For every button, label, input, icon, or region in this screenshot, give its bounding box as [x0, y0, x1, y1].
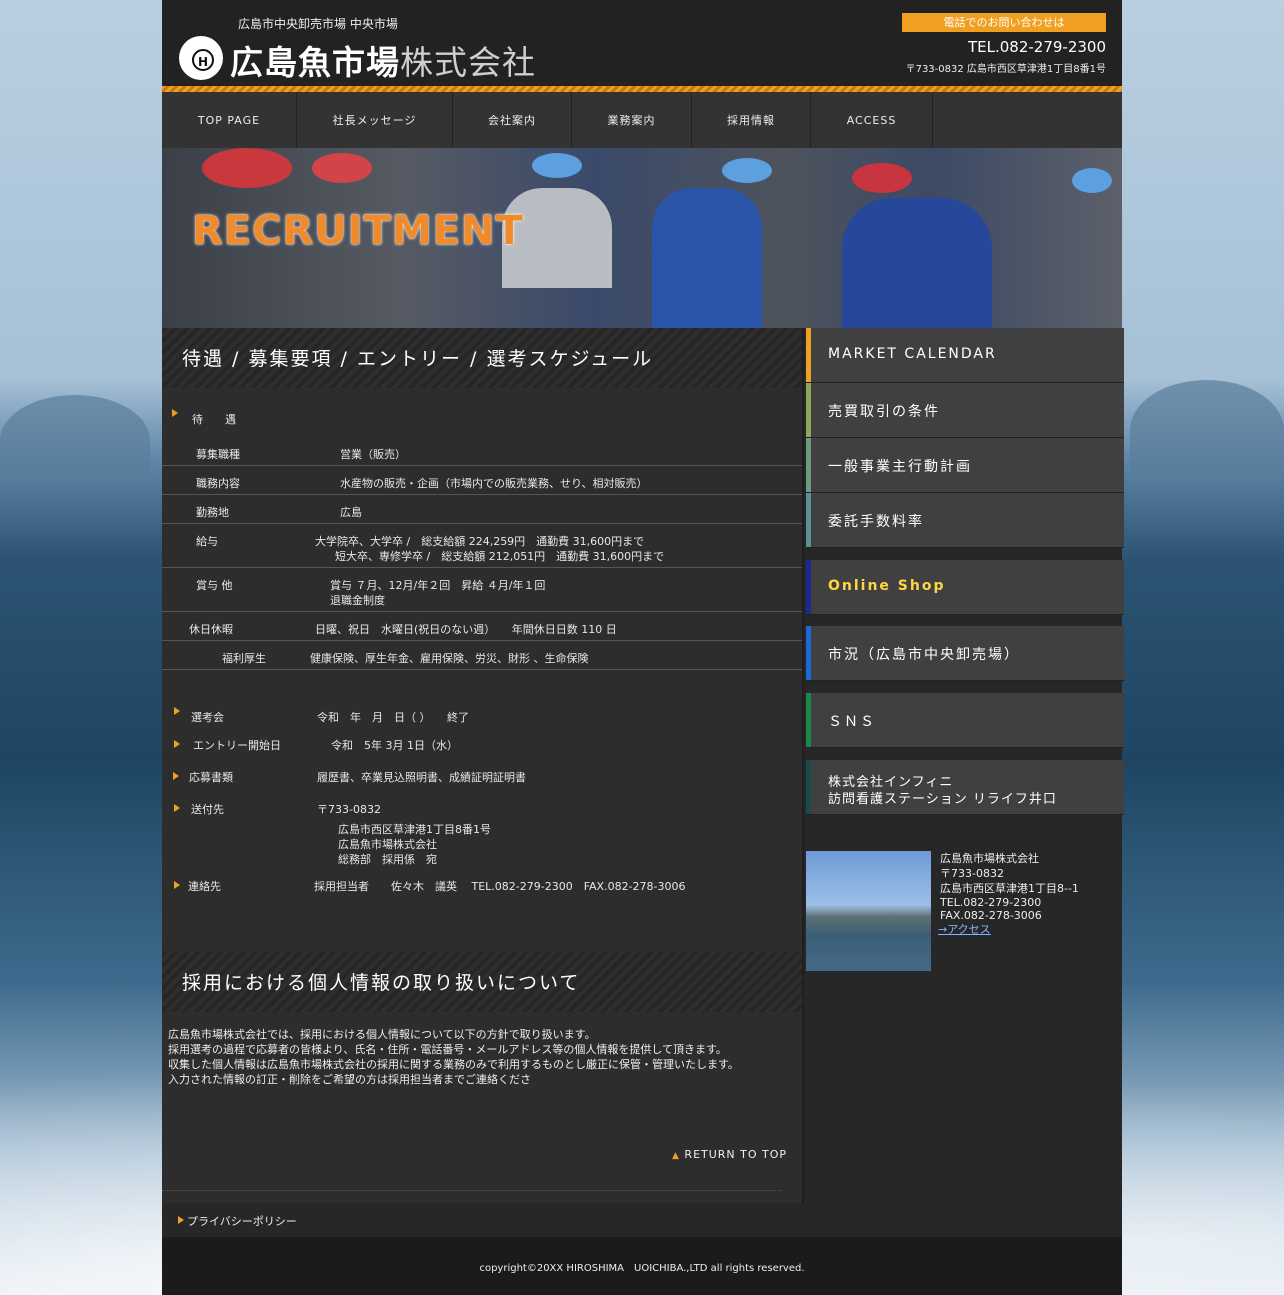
access-link[interactable]: →アクセス — [938, 923, 991, 936]
logo-icon[interactable]: H — [179, 36, 223, 80]
sidebar: MARKET CALENDAR 売買取引の条件 一般事業主行動計画 委託手数料率… — [802, 328, 1124, 1203]
arrow-right-icon — [173, 772, 179, 780]
arrow-right-icon — [172, 409, 178, 417]
market-building-photo — [806, 851, 931, 971]
arrow-right-icon — [174, 740, 180, 748]
sidebar-online-shop-button[interactable]: Online Shop — [806, 560, 1124, 615]
header-subtitle: 広島市中央卸売市場 中央市場 — [238, 17, 398, 31]
privacy-paragraph: 広島魚市場株式会社では、採用における個人情報について以下の方針で取り扱います。 … — [168, 1028, 739, 1086]
arrow-up-icon: ▲ — [672, 1151, 680, 1161]
dotted-divider — [162, 1190, 782, 1192]
sidebar-market-conditions-button[interactable]: 市況（広島市中央卸売場） — [806, 626, 1124, 681]
hero-photo-shape — [532, 153, 582, 178]
arrow-right-icon — [178, 1216, 184, 1224]
hero-photo-shape — [312, 153, 372, 183]
sidebar-sns-button[interactable]: ＳＮＳ — [806, 693, 1124, 748]
tel-label-badge: 電話でのお問い合わせは — [902, 13, 1106, 32]
main-content: 待遇 / 募集要項 / エントリー / 選考スケジュール 待 遇 募集職種 営業… — [162, 328, 802, 1203]
hero-photo-shape — [202, 148, 292, 188]
hero-photo-shape — [842, 198, 992, 328]
hero-photo-shape — [852, 163, 912, 193]
hero-photo-shape — [1072, 168, 1112, 193]
section-title-text: 採用における個人情報の取り扱いについて — [182, 972, 581, 994]
hero-banner: RECRUITMENT — [162, 148, 1122, 328]
sidebar-trading-conditions-button[interactable]: 売買取引の条件 — [806, 383, 1124, 438]
nav-top-page[interactable]: TOP PAGE — [162, 92, 297, 148]
main-navigation: TOP PAGE 社長メッセージ 会社案内 業務案内 採用情報 ACCESS — [162, 92, 1122, 148]
nav-company-info[interactable]: 会社案内 — [453, 92, 572, 148]
arrow-right-icon — [174, 881, 180, 889]
distant-island — [1130, 380, 1284, 480]
arrow-right-icon — [174, 804, 180, 812]
section-title-text: 待遇 / 募集要項 / エントリー / 選考スケジュール — [182, 348, 654, 370]
nav-business-info[interactable]: 業務案内 — [572, 92, 692, 148]
section-title-recruitment: 待遇 / 募集要項 / エントリー / 選考スケジュール — [162, 328, 802, 388]
sidebar-action-plan-button[interactable]: 一般事業主行動計画 — [806, 438, 1124, 493]
nav-president-message[interactable]: 社長メッセージ — [297, 92, 453, 148]
return-to-top-link[interactable]: ▲ RETURN TO TOP — [672, 1148, 787, 1161]
arrow-right-icon — [174, 707, 180, 715]
header-address: 〒733-0832 広島市西区草津港1丁目8番1号 — [905, 64, 1106, 75]
copyright-bar: copyright©20XX HIROSHIMA UOICHIBA.,LTD a… — [162, 1237, 1122, 1295]
hero-photo-shape — [652, 188, 762, 328]
nav-recruitment[interactable]: 採用情報 — [692, 92, 811, 148]
distant-island — [0, 395, 150, 485]
section-title-privacy: 採用における個人情報の取り扱いについて — [162, 952, 802, 1012]
site-header: 広島市中央卸売市場 中央市場 H 広島魚市場株式会社 電話でのお問い合わせは T… — [162, 0, 1122, 86]
header-tel: TEL.082-279-2300 — [967, 38, 1106, 56]
company-info: 広島魚市場株式会社 〒733-0832 広島市西区草津港1丁目8--1 TEL.… — [938, 852, 1079, 936]
page-container: 広島市中央卸売市場 中央市場 H 広島魚市場株式会社 電話でのお問い合わせは T… — [162, 0, 1124, 1295]
nav-access[interactable]: ACCESS — [811, 92, 933, 148]
privacy-policy-link[interactable]: プライバシーポリシー — [187, 1213, 297, 1229]
sidebar-infini-nursing-button[interactable]: 株式会社インフィニ 訪問看護ステーション リライフ井口 — [806, 760, 1124, 815]
sidebar-commission-rate-button[interactable]: 委託手数料率 — [806, 493, 1124, 548]
sidebar-market-calendar-button[interactable]: MARKET CALENDAR — [806, 328, 1124, 383]
hero-title: RECRUITMENT — [192, 208, 524, 254]
hero-photo-shape — [722, 158, 772, 183]
logo-text[interactable]: 広島魚市場株式会社 — [230, 36, 536, 84]
footer-bar: プライバシーポリシー — [162, 1203, 1122, 1237]
copyright-text: copyright©20XX HIROSHIMA UOICHIBA.,LTD a… — [479, 1263, 805, 1274]
